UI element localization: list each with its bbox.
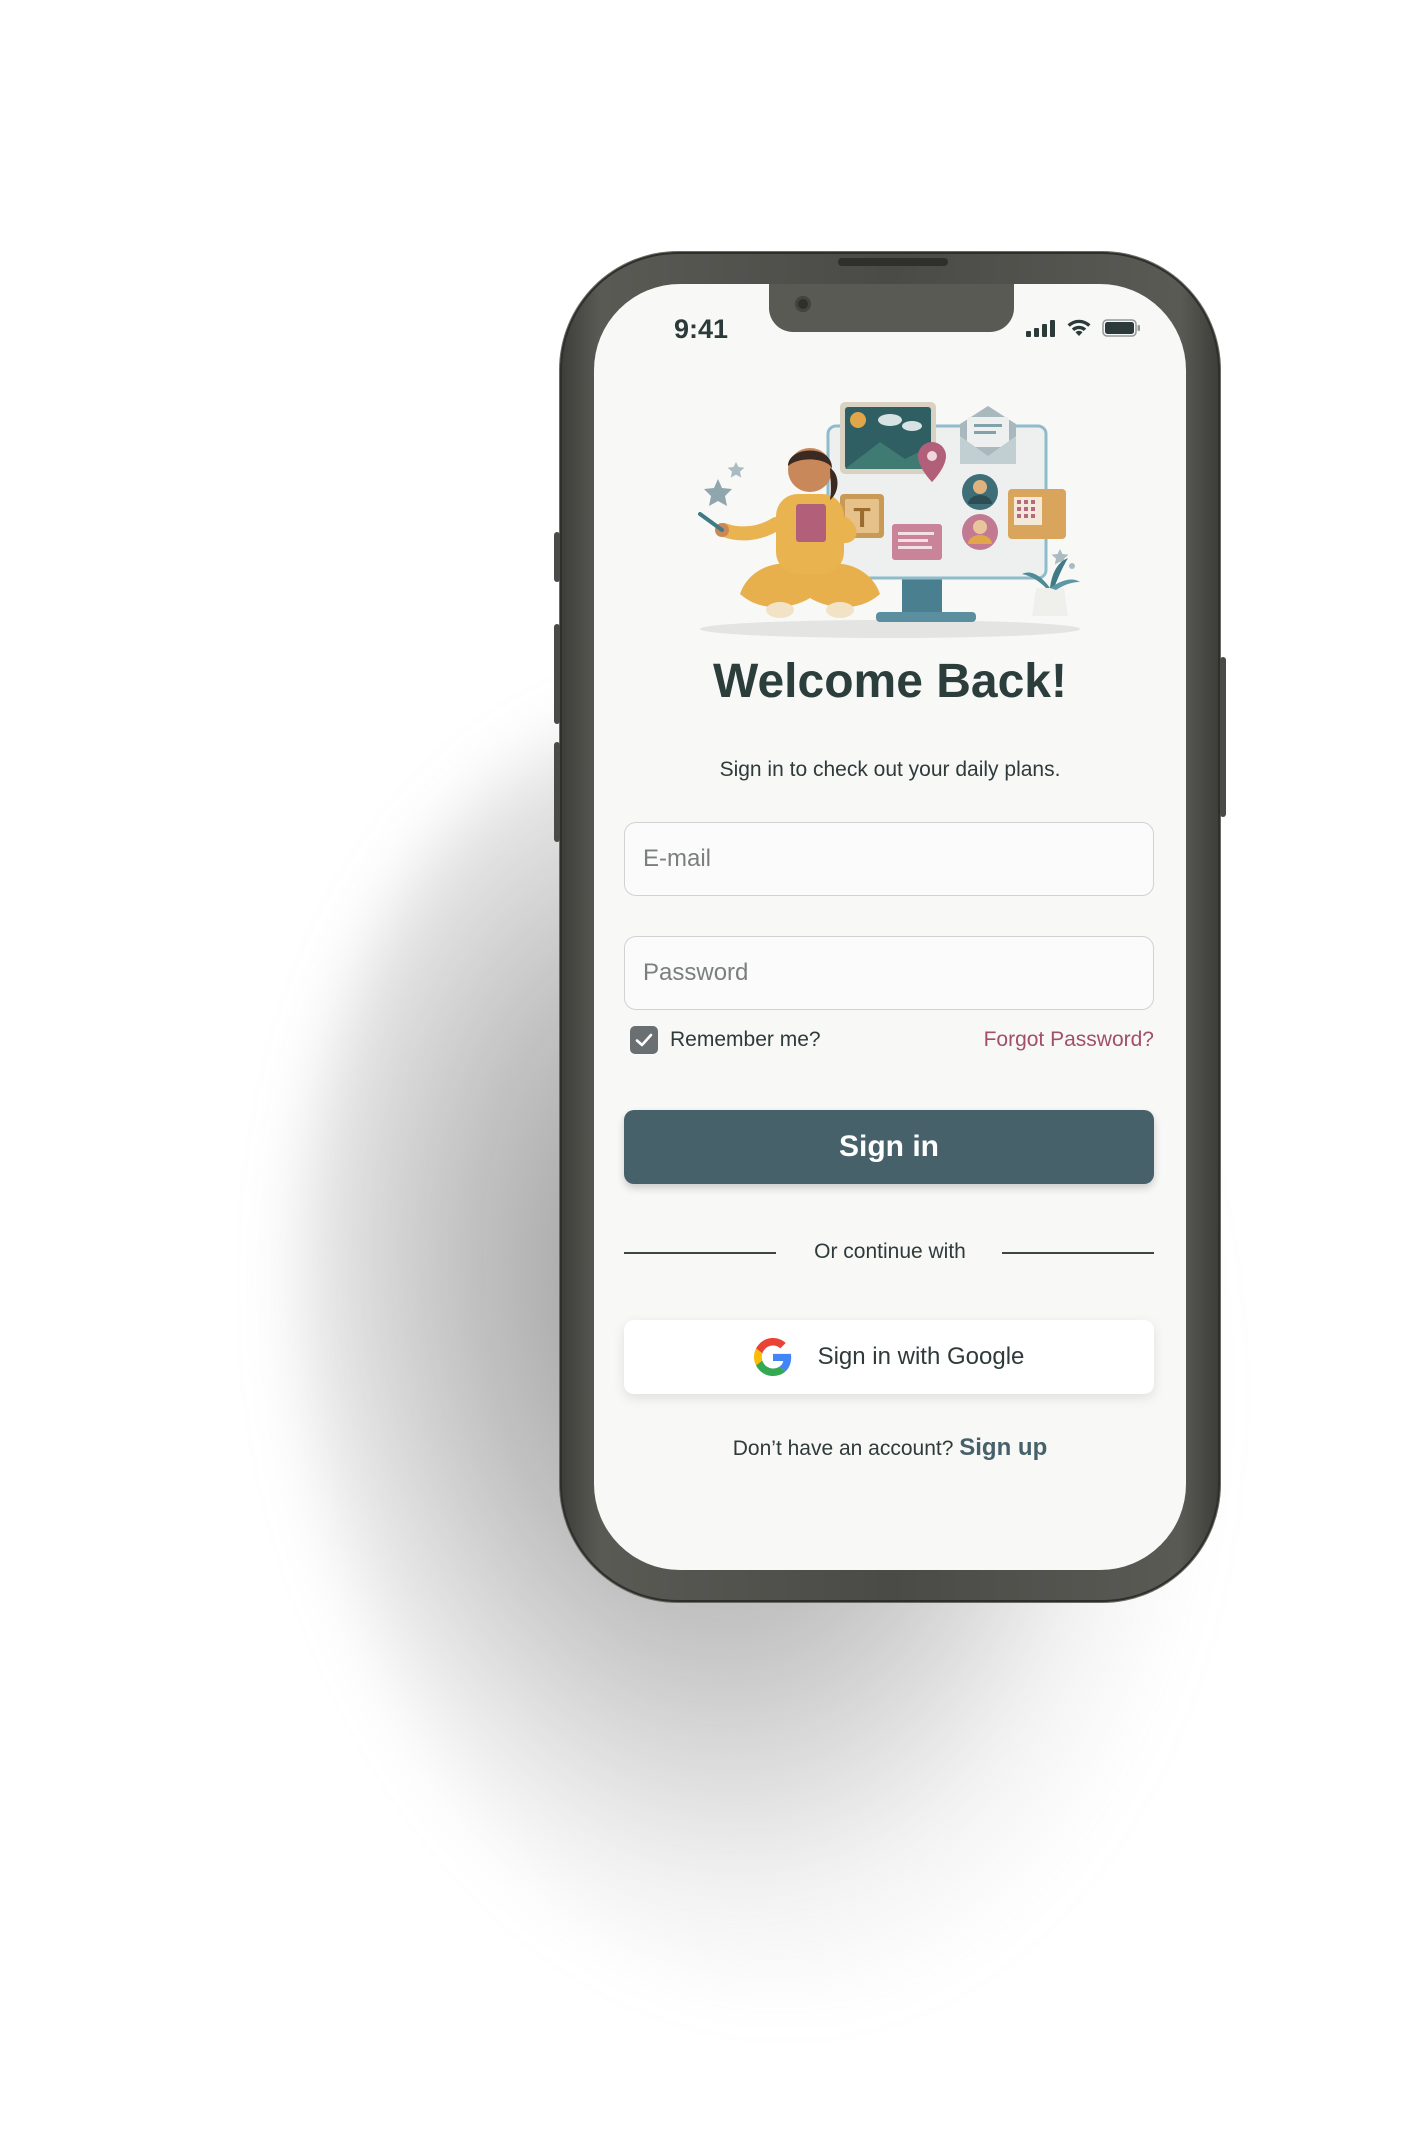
checkmark-icon (635, 1033, 653, 1047)
notch (769, 284, 1014, 332)
email-field[interactable] (624, 822, 1154, 896)
mute-switch (554, 532, 560, 582)
battery-icon (1102, 319, 1140, 337)
google-sign-in-label: Sign in with Google (817, 1343, 1025, 1370)
status-time: 9:41 (674, 314, 729, 344)
page-title: Welcome Back! (713, 655, 1067, 708)
signal-icon (1026, 320, 1055, 337)
divider-line-right (1002, 1252, 1154, 1254)
sign-in-button[interactable]: Sign in (624, 1110, 1154, 1184)
sign-up-link[interactable]: Sign up (959, 1434, 1047, 1461)
google-sign-in-button[interactable]: Sign in with Google (624, 1320, 1154, 1394)
password-field[interactable] (624, 936, 1154, 1010)
volume-up-button (554, 624, 560, 724)
mockup-stage: 9:41 T Welcome Back! Sign in to check ou… (0, 0, 1405, 2146)
phone-frame: 9:41 T Welcome Back! Sign in to check ou… (554, 252, 1226, 1602)
page-subtitle: Sign in to check out your daily plans. (719, 758, 1061, 781)
forgot-password-link[interactable]: Forgot Password? (984, 1028, 1154, 1052)
wifi-icon (1067, 319, 1091, 336)
volume-down-button (554, 742, 560, 842)
remember-me-checkbox[interactable] (630, 1026, 658, 1054)
signup-prompt-text: Don’t have an account? (732, 1437, 954, 1460)
phone-screen: 9:41 T Welcome Back! Sign in to check ou… (594, 284, 1186, 1570)
remember-me-toggle[interactable]: Remember me? (630, 1026, 821, 1054)
google-icon (753, 1338, 791, 1376)
status-icons (1026, 318, 1142, 338)
earpiece-speaker (838, 258, 948, 266)
remember-me-label: Remember me? (670, 1028, 821, 1051)
front-camera-icon (795, 296, 811, 312)
power-button (1220, 657, 1226, 817)
signup-prompt: Don’t have an account? Sign up (594, 1434, 1186, 1462)
person-with-computer-illustration: T (698, 402, 1080, 638)
